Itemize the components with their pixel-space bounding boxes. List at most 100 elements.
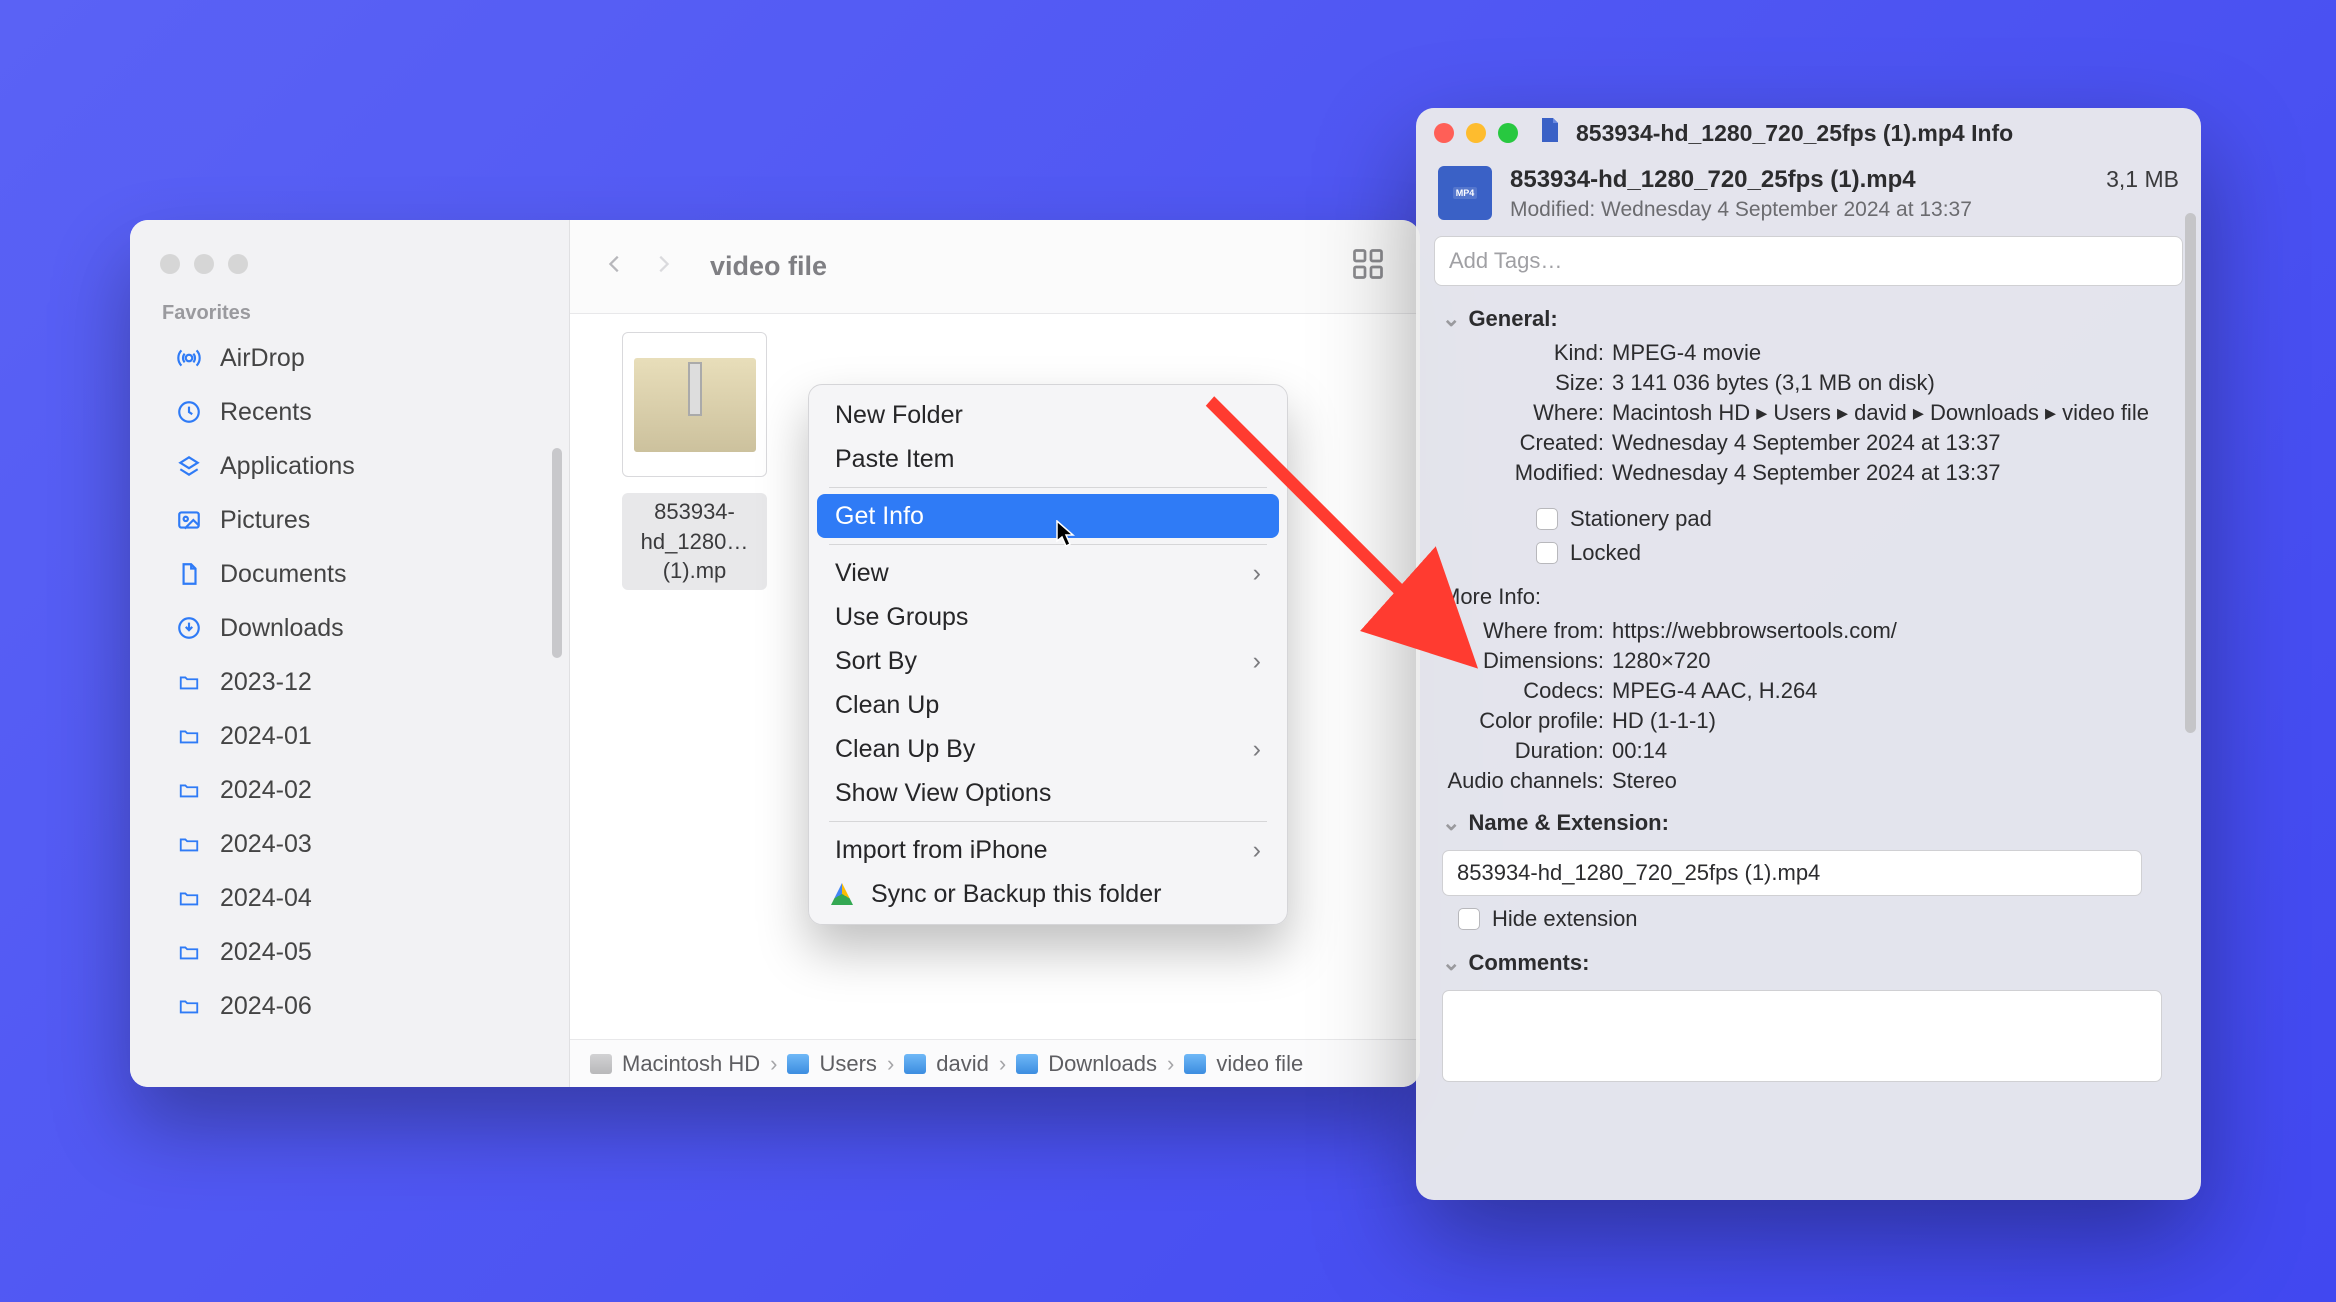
kv-key: Audio channels: xyxy=(1442,768,1612,794)
file-thumbnail xyxy=(622,332,767,477)
info-modified-line: Modified: Wednesday 4 September 2024 at … xyxy=(1510,198,1972,222)
comments-input[interactable] xyxy=(1442,990,2162,1082)
info-titlebar: 853934-hd_1280_720_25fps (1).mp4 Info xyxy=(1416,108,2201,158)
folder-icon xyxy=(174,725,204,747)
sidebar-item-airdrop[interactable]: AirDrop xyxy=(142,331,557,385)
stationery-pad-checkbox[interactable]: Stationery pad xyxy=(1442,502,2183,536)
clock-icon xyxy=(174,399,204,425)
path-crumb[interactable]: Macintosh HD xyxy=(590,1051,760,1077)
sidebar-item-label: Downloads xyxy=(220,614,344,643)
sidebar-item-label: 2024-06 xyxy=(220,992,312,1021)
zoom-window-button[interactable] xyxy=(1498,123,1518,143)
info-scrollbar[interactable] xyxy=(2185,213,2196,733)
sidebar-item-folder-2023-12[interactable]: 2023-12 xyxy=(142,655,557,709)
sidebar-item-folder-2024-02[interactable]: 2024-02 xyxy=(142,763,557,817)
ctx-import-from-iphone[interactable]: Import from iPhone› xyxy=(817,828,1279,872)
finder-title: video file xyxy=(710,251,827,282)
folder-icon xyxy=(174,887,204,909)
kv-value: MPEG-4 AAC, H.264 xyxy=(1612,678,2183,704)
kv-value: Macintosh HD ▸ Users ▸ david ▸ Downloads… xyxy=(1612,400,2183,426)
sidebar-item-label: Pictures xyxy=(220,506,310,535)
tags-input[interactable]: Add Tags… xyxy=(1434,236,2183,286)
path-crumb[interactable]: Downloads xyxy=(1016,1051,1157,1077)
chevron-right-icon: › xyxy=(1253,735,1261,764)
kv-value: 1280×720 xyxy=(1612,648,2183,674)
close-window-button[interactable] xyxy=(160,254,180,274)
hide-extension-checkbox[interactable]: Hide extension xyxy=(1442,902,2183,936)
sidebar-item-label: 2023-12 xyxy=(220,668,312,697)
sidebar-item-applications[interactable]: Applications xyxy=(142,439,557,493)
section-head-name-ext[interactable]: ⌄ Name & Extension: xyxy=(1442,804,2183,842)
info-filename: 853934-hd_1280_720_25fps (1).mp4 xyxy=(1510,166,1972,194)
ctx-sync-backup[interactable]: Sync or Backup this folder xyxy=(817,872,1279,916)
path-crumb[interactable]: video file xyxy=(1184,1051,1303,1077)
sidebar-item-label: 2024-03 xyxy=(220,830,312,859)
forward-button[interactable] xyxy=(652,248,674,285)
tags-placeholder: Add Tags… xyxy=(1449,248,1562,274)
google-drive-icon xyxy=(831,883,853,905)
get-info-window: 853934-hd_1280_720_25fps (1).mp4 Info MP… xyxy=(1416,108,2201,1200)
minimize-window-button[interactable] xyxy=(1466,123,1486,143)
name-extension-input[interactable]: 853934-hd_1280_720_25fps (1).mp4 xyxy=(1442,850,2142,896)
file-preview-icon: MP4 xyxy=(1438,166,1492,220)
kv-key: Kind: xyxy=(1442,340,1612,366)
view-icons-button[interactable] xyxy=(1350,246,1386,287)
file-item[interactable]: 853934-hd_1280…(1).mp xyxy=(622,332,767,590)
zoom-window-button[interactable] xyxy=(228,254,248,274)
kv-value: Wednesday 4 September 2024 at 13:37 xyxy=(1612,460,2183,486)
kv-value: https://webbrowsertools.com/ xyxy=(1612,618,2183,644)
ctx-separator xyxy=(829,821,1267,822)
info-window-title: 853934-hd_1280_720_25fps (1).mp4 Info xyxy=(1576,120,2013,147)
sidebar-item-folder-2024-03[interactable]: 2024-03 xyxy=(142,817,557,871)
finder-sidebar: Favorites AirDrop Recents Applications P… xyxy=(130,220,570,1087)
sidebar-scrollbar[interactable] xyxy=(552,448,562,658)
section-head-general[interactable]: ⌄ General: xyxy=(1442,300,2183,338)
pictures-icon xyxy=(174,507,204,533)
downloads-icon xyxy=(174,615,204,641)
sidebar-item-label: Recents xyxy=(220,398,312,427)
section-name-extension: ⌄ Name & Extension: 853934-hd_1280_720_2… xyxy=(1416,804,2201,944)
file-type-icon xyxy=(1540,118,1560,148)
ctx-show-view-options[interactable]: Show View Options xyxy=(817,771,1279,815)
section-comments: ⌄ Comments: xyxy=(1416,944,2201,1090)
applications-icon xyxy=(174,453,204,479)
sidebar-item-label: 2024-02 xyxy=(220,776,312,805)
kv-value: 3 141 036 bytes (3,1 MB on disk) xyxy=(1612,370,2183,396)
kv-value: Stereo xyxy=(1612,768,2183,794)
info-header: MP4 853934-hd_1280_720_25fps (1).mp4 Mod… xyxy=(1416,158,2201,236)
airdrop-icon xyxy=(174,345,204,371)
section-head-more-info[interactable]: More Info: xyxy=(1442,578,2183,616)
kv-value: HD (1-1-1) xyxy=(1612,708,2183,734)
section-more-info: More Info: Where from:https://webbrowser… xyxy=(1416,578,2201,804)
close-window-button[interactable] xyxy=(1434,123,1454,143)
annotation-arrow-icon xyxy=(1175,364,1525,734)
sidebar-item-label: AirDrop xyxy=(220,344,305,373)
finder-toolbar: video file xyxy=(570,220,1420,314)
path-bar: Macintosh HD› Users› david› Downloads› v… xyxy=(570,1039,1420,1087)
path-crumb[interactable]: Users xyxy=(787,1051,876,1077)
locked-checkbox[interactable]: Locked xyxy=(1442,536,2183,570)
sidebar-item-folder-2024-04[interactable]: 2024-04 xyxy=(142,871,557,925)
file-name-label: 853934-hd_1280…(1).mp xyxy=(622,493,767,590)
section-general: ⌄ General: Kind:MPEG-4 movie Size:3 141 … xyxy=(1416,300,2201,578)
path-crumb[interactable]: david xyxy=(904,1051,989,1077)
sidebar-item-recents[interactable]: Recents xyxy=(142,385,557,439)
sidebar-item-folder-2024-01[interactable]: 2024-01 xyxy=(142,709,557,763)
sidebar-item-folder-2024-05[interactable]: 2024-05 xyxy=(142,925,557,979)
minimize-window-button[interactable] xyxy=(194,254,214,274)
sidebar-item-label: Applications xyxy=(220,452,355,481)
chevron-down-icon: ⌄ xyxy=(1442,306,1460,332)
folder-icon xyxy=(174,995,204,1017)
back-button[interactable] xyxy=(604,248,626,285)
sidebar-item-label: 2024-04 xyxy=(220,884,312,913)
document-icon xyxy=(174,561,204,587)
mouse-cursor-icon xyxy=(1056,520,1076,548)
section-head-comments[interactable]: ⌄ Comments: xyxy=(1442,944,2183,982)
sidebar-item-documents[interactable]: Documents xyxy=(142,547,557,601)
sidebar-item-downloads[interactable]: Downloads xyxy=(142,601,557,655)
sidebar-item-pictures[interactable]: Pictures xyxy=(142,493,557,547)
sidebar-item-label: 2024-01 xyxy=(220,722,312,751)
folder-icon xyxy=(174,779,204,801)
sidebar-item-folder-2024-06[interactable]: 2024-06 xyxy=(142,979,557,1033)
sidebar-item-label: 2024-05 xyxy=(220,938,312,967)
